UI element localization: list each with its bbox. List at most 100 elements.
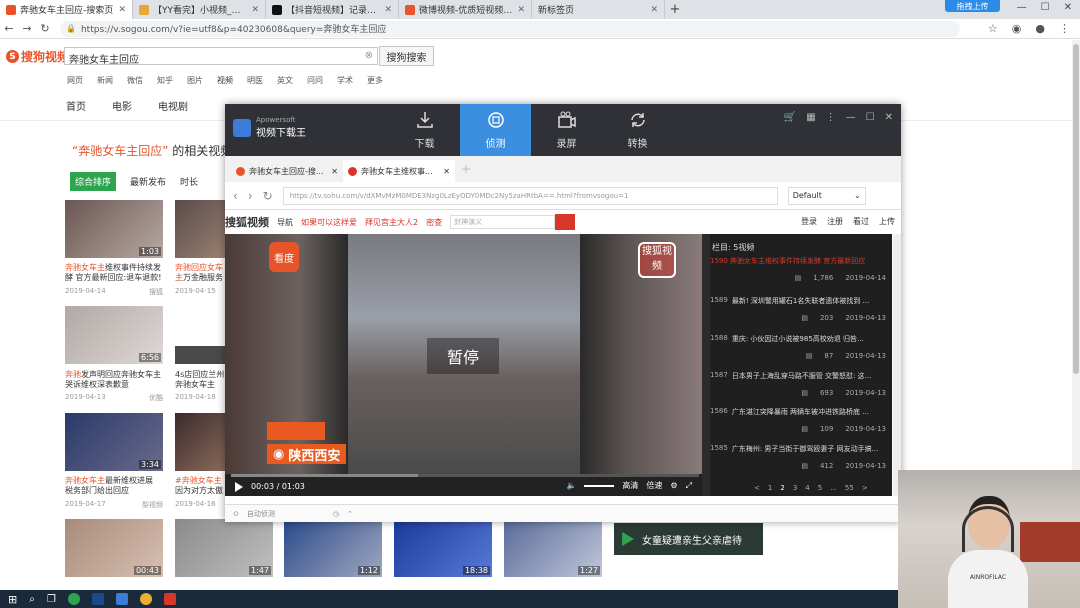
playlist-toggle[interactable] [702,234,710,496]
photoshop-icon[interactable] [91,593,104,605]
browser-tab[interactable]: 奔驰女车主回应-搜索页 ✕ [0,0,133,19]
wechat-icon[interactable] [67,593,80,605]
speed-button[interactable]: 倍速 [646,480,662,491]
apowersoft-taskbar-icon[interactable] [115,593,128,605]
login-link[interactable]: 登录 [801,216,817,227]
close-icon[interactable]: ✕ [331,167,338,176]
user-agent-select[interactable]: Default ⌄ [787,186,866,205]
register-link[interactable]: 注册 [827,216,843,227]
minimize-icon[interactable]: — [1017,2,1027,13]
inner-tab[interactable]: 奔驰女车主回应-搜... ✕ [231,160,343,182]
minimize-icon[interactable]: — [846,112,856,123]
video-thumbnail[interactable]: 1:47 [175,519,273,577]
vertical-item[interactable]: 图片 [187,75,203,86]
profile-icon[interactable]: ● [1035,22,1045,35]
new-tab-icon[interactable]: + [461,162,471,176]
inner-url-input[interactable]: https://tv.sohu.com/v/dXMvMzM0MDE3Nzg0Lz… [282,186,778,205]
fullscreen-icon[interactable]: ⤢ [686,481,692,491]
vertical-item[interactable]: 视频 [217,75,233,86]
video-thumbnail[interactable]: 18:38 [394,519,492,577]
task-view-icon[interactable]: ❐ [47,594,56,605]
vertical-item[interactable]: 更多 [367,75,383,86]
close-icon[interactable]: ✕ [650,5,658,15]
vertical-item[interactable]: 微信 [127,75,143,86]
tab-download[interactable]: 下载 [389,104,460,156]
more-icon[interactable]: ⋮ [826,112,836,123]
video-thumbnail[interactable] [175,413,225,471]
video-thumbnail[interactable]: 1:03 [65,200,163,258]
vertical-item[interactable]: 明医 [247,75,263,86]
maximize-icon[interactable]: ☐ [866,112,875,123]
video-thumbnail[interactable] [175,346,225,364]
video-thumbnail[interactable]: 00:43 [65,519,163,577]
search-input[interactable]: 奔驰女车主回应 ⊗ [64,47,378,66]
history-link[interactable]: 看过 [853,216,869,227]
sort-option[interactable]: 综合排序 [70,172,117,191]
video-thumbnail[interactable] [175,200,225,258]
upload-button[interactable]: 拖拽上传 [945,0,1000,12]
video-title[interactable]: 4s店回应兰州奔驰女车主 是车辆质量问题 [175,370,225,390]
pager-page[interactable]: 3 [793,484,797,492]
search-icon[interactable]: ⌕ [29,594,35,605]
chevron-up-icon[interactable]: ⌃ [347,510,353,518]
auto-detect-icon[interactable]: ⊙ [233,510,239,518]
sohu-search-input[interactable]: 封神演义 [450,215,556,229]
pager-prev[interactable]: < [754,484,760,492]
cart-icon[interactable]: 🛒 [784,112,796,123]
vertical-item[interactable]: 知乎 [157,75,173,86]
video-thumbnail[interactable]: 1:27 [504,519,602,577]
vertical-item[interactable]: 问问 [307,75,323,86]
pager-next[interactable]: > [862,484,868,492]
tab-record[interactable]: 录屏 [531,104,602,156]
playlist-item[interactable]: 1587 日本男子上海乱穿马路不服管 交警怒怼: 这... ▤ 693 2019-04… [710,371,886,407]
chrome-icon[interactable] [139,593,152,605]
subnav-item[interactable]: 电影 [112,98,132,113]
new-tab-button[interactable]: + [665,2,685,17]
play-icon[interactable] [235,481,243,492]
video-title[interactable]: 奔驰女车主维权事件持续发酵 官方最新回应:退车退款! [65,263,163,283]
video-thumbnail[interactable]: 1:12 [284,519,382,577]
reload-icon[interactable]: ↻ [263,189,273,203]
sohu-logo[interactable]: 搜狐视频 [225,214,269,230]
clear-icon[interactable]: ⊗ [365,50,373,61]
close-icon[interactable]: ✕ [517,5,525,15]
url-input[interactable]: 🔒 https://v.sogou.com/v?ie=utf8&p=402306… [60,20,960,37]
sort-option[interactable]: 时长 [180,175,198,188]
close-icon[interactable]: ✕ [443,167,450,176]
browser-tab[interactable]: 【抖音短视频】记录美好生活-D... ✕ [266,0,399,19]
vertical-item[interactable]: 新闻 [97,75,113,86]
playlist-item[interactable]: 1588 重庆: 小伙因过小说被985高校劝退 归咎... ▤ 87 2019-04-… [710,334,886,370]
close-icon[interactable]: ✕ [118,5,126,15]
grid-icon[interactable]: ▦ [806,112,815,123]
extension-icon[interactable]: ◉ [1012,22,1022,35]
reload-icon[interactable]: ↻ [36,22,54,35]
vertical-item[interactable]: 英文 [277,75,293,86]
forward-icon[interactable]: › [248,189,253,203]
back-icon[interactable]: ← [0,22,18,35]
sohu-nav-menu[interactable]: 导航 [277,217,293,228]
back-icon[interactable]: ‹ [233,189,238,203]
browser-tab[interactable]: 微博视频-优质短视频，优质播放... ✕ [399,0,532,19]
close-icon[interactable]: ✕ [384,5,392,15]
scroll-thumb[interactable] [1073,44,1079,374]
sohu-link[interactable]: 如果可以这样爱 [301,217,357,228]
video-player[interactable]: 看度 搜狐视频 暂停 ◉ 陕西西安 00:03 / 01:03 🔈 高清 倍速 … [225,234,702,496]
playlist-item[interactable]: 1586 广东湛江突降暴雨 两辆车被冲进铁路桥底 ... ▤ 109 2019-04-… [710,407,886,443]
sogou-logo[interactable]: S 搜狗视频 [6,48,69,65]
sohu-link[interactable]: 拜见宫主大人2 [365,217,418,228]
upload-link[interactable]: 上传 [879,216,895,227]
pager-page[interactable]: 55 [845,484,854,492]
sort-option[interactable]: 最新发布 [130,175,166,188]
video-title[interactable]: 奔驰回应女车主万金融服务费 [175,263,225,283]
vertical-item[interactable]: 学术 [337,75,353,86]
inner-scrollbar[interactable] [893,234,901,496]
video-thumbnail[interactable]: 3:34 [65,413,163,471]
sohu-search-button[interactable] [555,214,576,230]
settings-icon[interactable]: ⚙ [670,481,677,490]
browser-tab[interactable]: 新标签页 ✕ [532,0,665,19]
pager-page[interactable]: 5 [818,484,822,492]
pager-page[interactable]: 1 [768,484,772,492]
playlist-item[interactable]: 1589 最新! 深圳警用罐石1名失联者遗体被找到 ... ▤ 203 2019-04… [710,296,886,332]
clock-icon[interactable]: ◷ [333,510,339,518]
pager-page[interactable]: 4 [805,484,809,492]
